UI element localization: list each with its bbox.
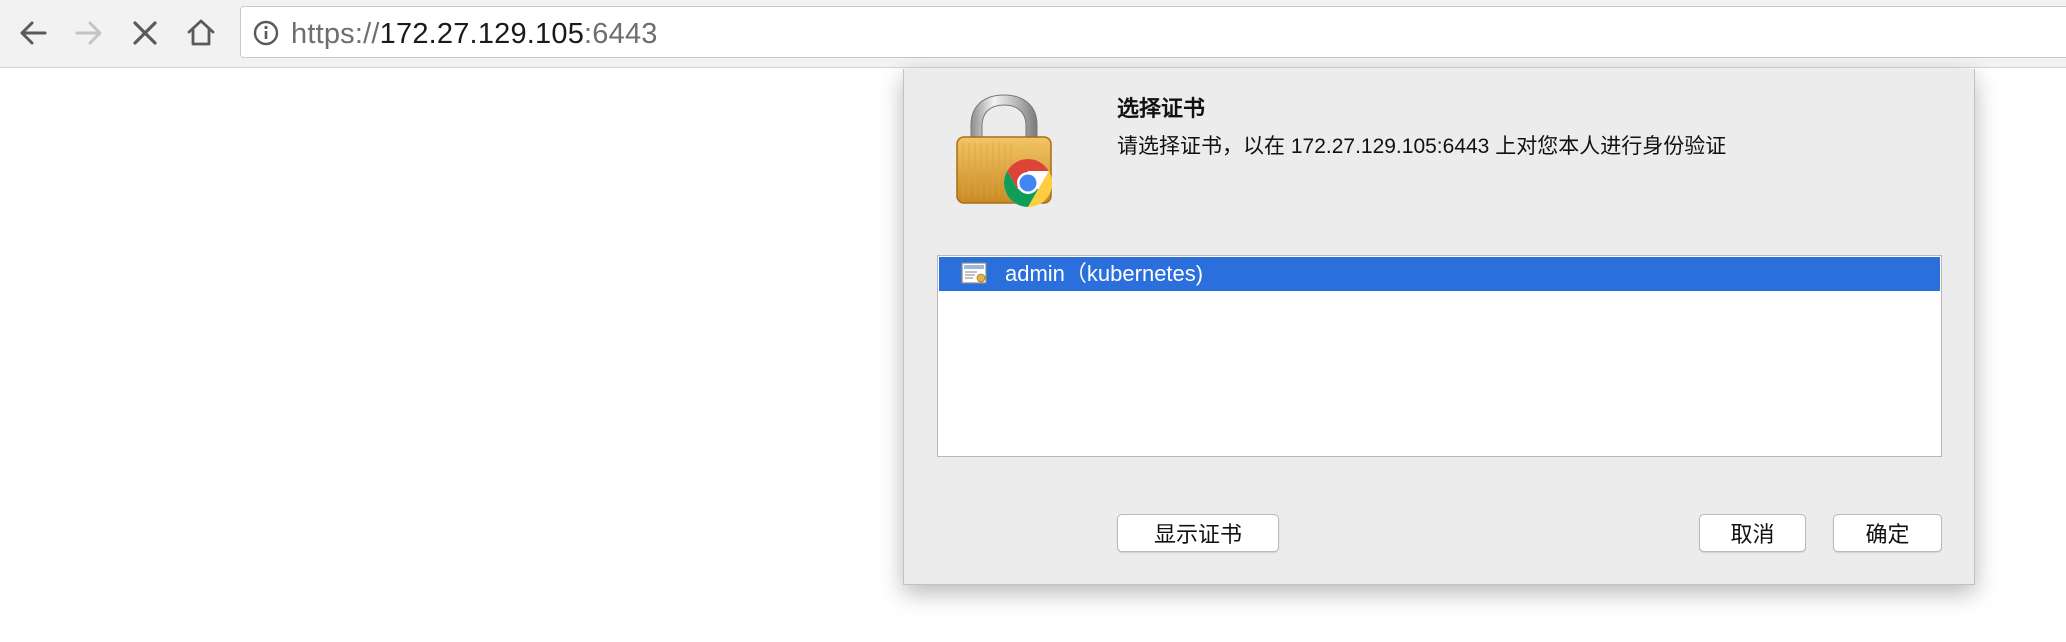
address-bar[interactable]: https://172.27.129.105:6443 — [240, 6, 2066, 58]
certificate-label: admin（kubernetes) — [1005, 261, 1204, 286]
browser-toolbar: https://172.27.129.105:6443 — [0, 0, 2066, 68]
cancel-button[interactable]: 取消 — [1699, 514, 1806, 552]
certificate-list[interactable]: admin（kubernetes) — [937, 255, 1942, 457]
info-icon[interactable] — [253, 20, 279, 46]
home-button[interactable] — [180, 12, 222, 54]
url-host: 172.27.129.105 — [379, 18, 585, 50]
url-text[interactable]: https://172.27.129.105:6443 — [291, 19, 658, 49]
select-certificate-dialog: 选择证书 请选择证书，以在 172.27.129.105:6443 上对您本人进… — [903, 69, 1975, 585]
close-icon — [133, 21, 157, 45]
stop-button[interactable] — [124, 12, 166, 54]
dialog-message: 请选择证书，以在 172.27.129.105:6443 上对您本人进行身份验证 — [1117, 135, 1727, 158]
chrome-lock-icon — [956, 94, 1053, 207]
back-button[interactable] — [12, 12, 54, 54]
forward-button[interactable] — [68, 12, 110, 54]
certificate-row-admin[interactable]: admin（kubernetes) — [939, 257, 1940, 291]
url-port: :6443 — [584, 18, 658, 50]
certificate-icon — [961, 262, 987, 284]
url-scheme: https:// — [291, 18, 380, 50]
arrow-left-icon — [20, 21, 47, 45]
ok-button[interactable]: 确定 — [1833, 514, 1942, 552]
dialog-title: 选择证书 — [1117, 96, 1206, 121]
arrow-right-icon — [75, 21, 102, 45]
home-icon — [187, 19, 215, 46]
show-certificate-button[interactable]: 显示证书 — [1117, 514, 1279, 552]
